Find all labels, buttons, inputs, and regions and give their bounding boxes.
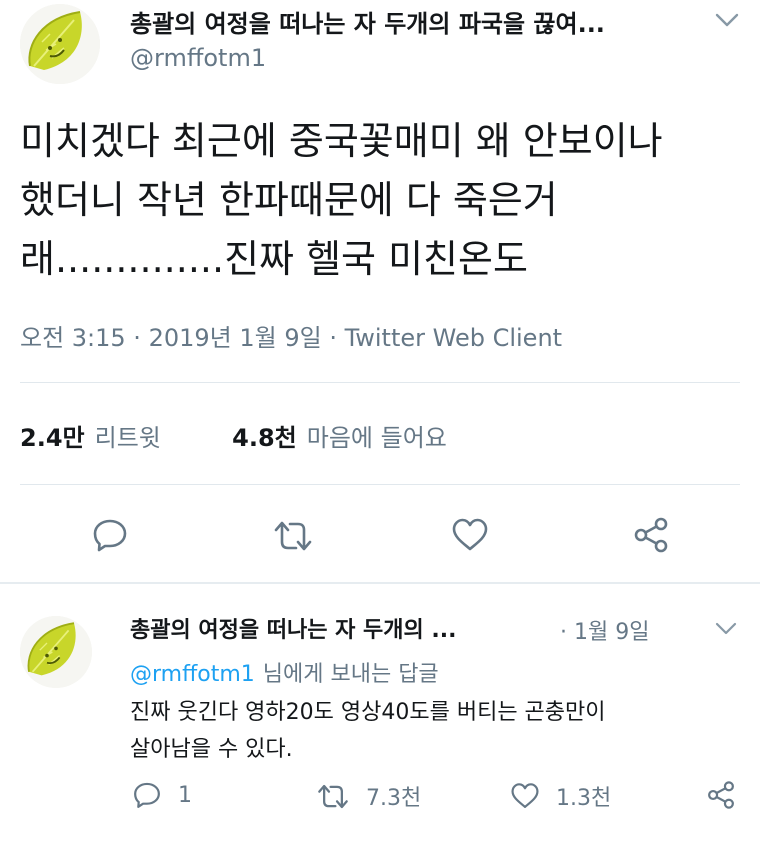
- like-count: 1.3천: [556, 786, 612, 811]
- retweets-stat[interactable]: 2.4만 리트윗: [20, 424, 169, 452]
- author-name[interactable]: 총괄의 여정을 떠나는 자 두개의 파국을 끊여...: [130, 4, 690, 39]
- likes-label: 마음에 들어요: [306, 424, 447, 452]
- retweet-action[interactable]: 7.3천: [316, 780, 421, 812]
- reply-to-suffix: 님에게 보내는 답글: [262, 662, 439, 687]
- retweet-icon: [318, 784, 348, 808]
- divider: [20, 382, 740, 383]
- author-handle[interactable]: @rmffotm1: [130, 44, 266, 72]
- divider: [20, 484, 740, 485]
- share-action[interactable]: [706, 780, 736, 810]
- replying-to: @rmffotm1 님에게 보내는 답글: [130, 656, 439, 688]
- engagement-stats: 2.4만 리트윗 4.8천 마음에 들어요: [20, 418, 447, 453]
- reply-author-name[interactable]: 총괄의 여정을 떠나는 자 두개의 ...: [130, 612, 540, 644]
- reply-to-mention[interactable]: @rmffotm1: [130, 662, 255, 687]
- retweet-icon[interactable]: [272, 518, 314, 554]
- like-icon[interactable]: [451, 517, 489, 553]
- share-icon[interactable]: [632, 516, 670, 554]
- share-icon: [708, 781, 734, 809]
- retweet-count: 7.3천: [366, 786, 422, 811]
- reply-icon: [134, 782, 160, 808]
- leaf-avatar-icon[interactable]: [20, 4, 100, 84]
- reply-count: 1: [178, 782, 192, 808]
- tweet-text: 미치겠다 최근에 중국꽃매미 왜 안보이나 했더니 작년 한파때문에 다 죽은거…: [20, 119, 663, 281]
- retweets-label: 리트윗: [94, 424, 161, 452]
- main-tweet: 총괄의 여정을 떠나는 자 두개의 파국을 끊여... @rmffotm1 미치…: [0, 0, 760, 582]
- leaf-avatar-icon[interactable]: [20, 616, 92, 688]
- likes-stat[interactable]: 4.8천 마음에 들어요: [232, 424, 447, 452]
- reply-icon[interactable]: [91, 516, 129, 554]
- like-action[interactable]: 1.3천: [510, 780, 611, 812]
- chevron-down-icon[interactable]: [713, 620, 739, 638]
- tweet-timestamp-client[interactable]: 오전 3:15 · 2019년 1월 9일 · Twitter Web Clie…: [20, 318, 562, 353]
- reply-action[interactable]: 1: [132, 780, 192, 810]
- reply-date[interactable]: · 1월 9일: [560, 614, 649, 646]
- reply-text: 진짜 웃긴다 영하20도 영상40도를 버티는 곤충만이 살아남을 수 있다.: [130, 700, 606, 762]
- retweets-count: 2.4만: [20, 424, 85, 452]
- chevron-down-icon[interactable]: [713, 10, 741, 30]
- likes-count: 4.8천: [232, 424, 297, 452]
- like-icon: [511, 783, 539, 808]
- reply-tweet[interactable]: 총괄의 여정을 떠나는 자 두개의 ... · 1월 9일 @rmffotm1 님…: [0, 584, 760, 852]
